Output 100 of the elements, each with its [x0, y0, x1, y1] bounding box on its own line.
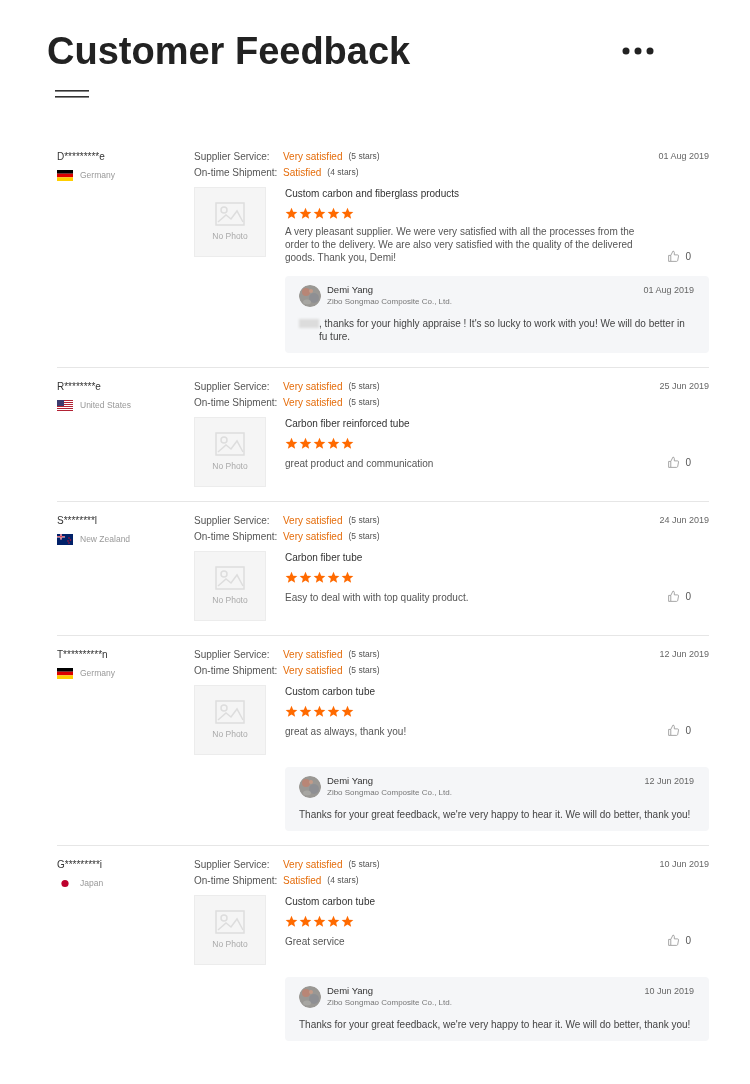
rating-label: On-time Shipment: [194, 396, 279, 409]
rating-value: Very satisfied [283, 664, 343, 677]
review-text: great product and communication [285, 457, 435, 470]
like-count: 0 [685, 250, 691, 264]
thumbs-up-icon[interactable] [667, 724, 681, 737]
star-icon [299, 705, 312, 718]
review-text: great as always, thank you! [285, 725, 408, 738]
reviewer-name: R********e [57, 380, 102, 393]
star-icon [313, 705, 326, 718]
star-icon [341, 705, 354, 718]
thumbs-up-icon[interactable] [667, 456, 681, 469]
star-count: (4 stars) [327, 166, 359, 179]
replier-name: Demi Yang [327, 985, 375, 997]
rating-value: Satisfied [283, 874, 322, 887]
review-text: A very pleasant supplier. We were very satisfied with all the processes from the order to the delivery. We are also very satisfied with the quality of the delivered goods. Thank you, Demi! [285, 225, 635, 264]
company-name: Zibo Songmao Composite Co., Ltd. [327, 296, 452, 308]
star-icon [341, 915, 354, 928]
menu-icon[interactable] [55, 90, 89, 98]
country-name: New Zealand [80, 533, 131, 546]
rating-label: On-time Shipment: [194, 166, 279, 179]
more-icon[interactable] [622, 47, 654, 55]
star-icon [299, 915, 312, 928]
rating-label: Supplier Service: [194, 380, 271, 393]
rating-value: Satisfied [283, 166, 322, 179]
country-name: United States [80, 399, 132, 412]
star-icon [341, 207, 354, 220]
rating-label: Supplier Service: [194, 858, 271, 871]
star-icon [285, 571, 298, 584]
star-count: (5 stars) [348, 380, 380, 393]
star-icon [327, 437, 340, 450]
product-name: Custom carbon tube [285, 685, 377, 698]
reviewer-name: S********l [57, 514, 99, 527]
replier-name: Demi Yang [327, 775, 375, 787]
thumbs-up-icon[interactable] [667, 590, 681, 603]
product-name: Custom carbon tube [285, 895, 377, 908]
star-icon [313, 571, 326, 584]
replier-name: Demi Yang [327, 284, 375, 296]
country-name: Germany [80, 169, 115, 182]
star-count: (5 stars) [348, 530, 380, 543]
star-icon [341, 571, 354, 584]
star-count: (5 stars) [348, 396, 380, 409]
image-icon [215, 565, 245, 590]
no-photo-label: No Photo [212, 593, 248, 607]
rating-label: Supplier Service: [194, 514, 271, 527]
product-name: Carbon fiber tube [285, 551, 364, 564]
star-icon [327, 571, 340, 584]
no-photo-label: No Photo [212, 459, 248, 473]
product-name: Custom carbon and fiberglass products [285, 187, 460, 200]
reviewer-name: T**********n [57, 648, 109, 661]
image-icon [215, 201, 245, 226]
star-icon [327, 207, 340, 220]
star-icon [285, 915, 298, 928]
star-count: (5 stars) [348, 150, 380, 163]
like-count: 0 [685, 456, 691, 470]
country-name: Germany [80, 667, 115, 680]
review-date: 24 Jun 2019 [659, 514, 709, 527]
star-icon [285, 437, 298, 450]
rating-label: On-time Shipment: [194, 530, 279, 543]
star-icon [299, 437, 312, 450]
reviewer-name: D*********e [57, 150, 106, 163]
no-photo-label: No Photo [212, 229, 248, 243]
star-count: (5 stars) [348, 664, 380, 677]
star-count: (5 stars) [348, 858, 380, 871]
rating-value: Very satisfied [283, 514, 343, 527]
rating-value: Very satisfied [283, 380, 343, 393]
flag-icon [57, 533, 73, 545]
star-icon [341, 437, 354, 450]
rating-label: Supplier Service: [194, 150, 271, 163]
rating-label: On-time Shipment: [194, 664, 279, 677]
rating-value: Very satisfied [283, 648, 343, 661]
star-count: (5 stars) [348, 514, 380, 527]
reply-date: 10 Jun 2019 [644, 985, 694, 998]
flag-icon [57, 399, 73, 411]
reply-date: 12 Jun 2019 [644, 775, 694, 788]
product-name: Carbon fiber reinforced tube [285, 417, 411, 430]
star-icon [313, 437, 326, 450]
blurred-name [299, 319, 319, 328]
star-icon [285, 207, 298, 220]
rating-value: Very satisfied [283, 396, 343, 409]
rating-label: Supplier Service: [194, 648, 271, 661]
no-photo-label: No Photo [212, 727, 248, 741]
reply-date: 01 Aug 2019 [643, 284, 694, 297]
star-icon [327, 705, 340, 718]
star-count: (4 stars) [327, 874, 359, 887]
star-icon [313, 915, 326, 928]
page-title: Customer Feedback [47, 29, 411, 74]
rating-value: Very satisfied [283, 858, 343, 871]
thumbs-up-icon[interactable] [667, 934, 681, 947]
rating-value: Very satisfied [283, 150, 343, 163]
star-icon [313, 207, 326, 220]
like-count: 0 [685, 724, 691, 738]
thumbs-up-icon[interactable] [667, 250, 681, 263]
like-count: 0 [685, 590, 691, 604]
star-icon [299, 207, 312, 220]
star-icon [299, 571, 312, 584]
rating-value: Very satisfied [283, 530, 343, 543]
company-name: Zibo Songmao Composite Co., Ltd. [327, 997, 452, 1009]
image-icon [215, 909, 245, 934]
review-date: 10 Jun 2019 [659, 858, 709, 871]
review-date: 01 Aug 2019 [658, 150, 709, 163]
